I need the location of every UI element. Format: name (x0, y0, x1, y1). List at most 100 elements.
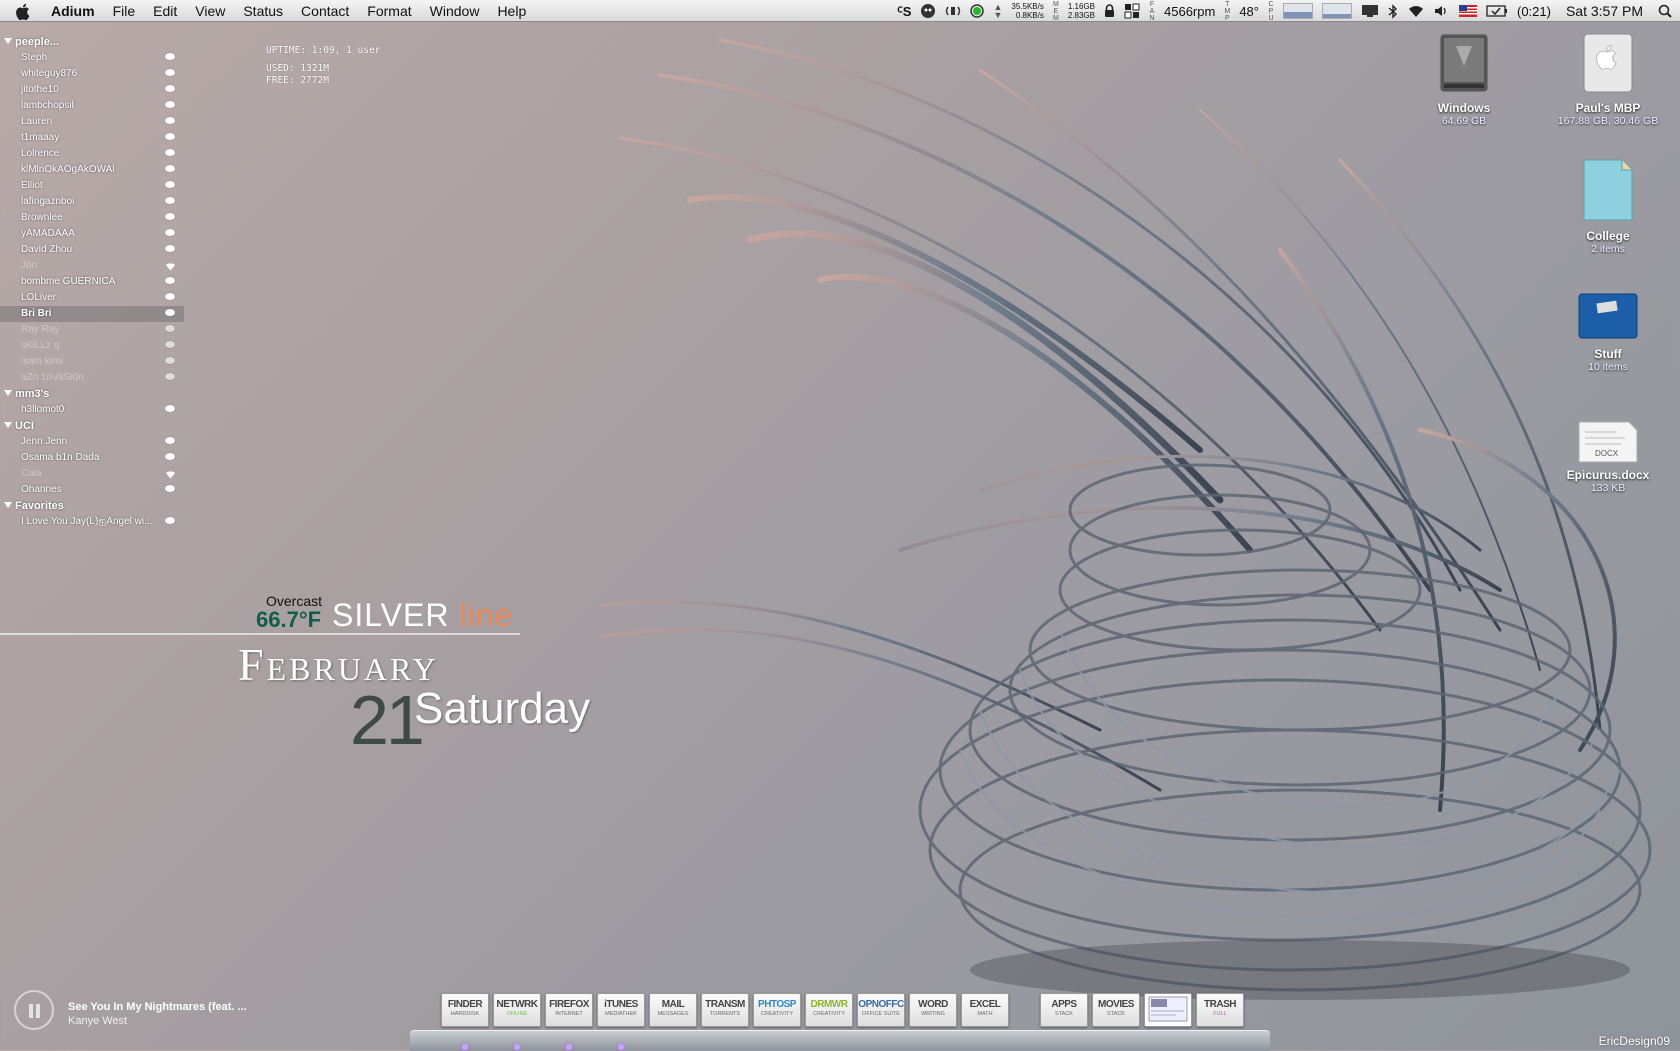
desktop-icon-pauls-mbp[interactable]: Paul's MBP 167.88 GB, 30.46 GB (1548, 32, 1668, 127)
menu-edit[interactable]: Edit (144, 3, 186, 19)
running-indicator-icon (566, 1044, 572, 1050)
dock-dreamweaver[interactable]: DRMWR CREATIVITY (805, 993, 853, 1027)
menu-contact[interactable]: Contact (292, 3, 358, 19)
display-icon[interactable] (1361, 4, 1379, 18)
adium-duck-icon[interactable] (920, 3, 936, 19)
contact-item[interactable]: Steph (0, 50, 184, 66)
disclosure-triangle-icon[interactable] (4, 502, 12, 508)
contact-item[interactable]: Osama b1n Dada (0, 450, 184, 466)
desktop-icon-stuff[interactable]: Stuff 10 items (1548, 290, 1668, 373)
us-flag-icon[interactable] (1458, 5, 1477, 17)
battery-icon[interactable] (1486, 5, 1508, 17)
dock-openoffice[interactable]: OPNOFFC OFFICE SUITE (857, 993, 905, 1027)
contact-item[interactable]: I Love You Jay(L)ஐAngel wi... (0, 514, 184, 530)
menu-help[interactable]: Help (488, 3, 535, 19)
contact-item[interactable]: sKiLLz q (0, 338, 184, 354)
contact-item[interactable]: whiteguy876 (0, 66, 184, 82)
menu-extras: ꟲS ▲ ▼ 35.5KB/s 0.8KB/s MEM 1.16GB 2.83GB… (897, 0, 1672, 22)
blue-folder-icon (1548, 290, 1668, 343)
docx-icon: DOCX (1577, 420, 1639, 464)
wifi-icon[interactable] (1407, 4, 1425, 18)
contact-item[interactable]: Elliot (0, 178, 184, 194)
dock-firefox[interactable]: FIREFOX INTERNET (545, 993, 593, 1027)
contact-item[interactable]: LOLiver (0, 290, 184, 306)
contact-item[interactable]: lambchopsil (0, 98, 184, 114)
spotlight-icon[interactable] (1658, 4, 1672, 18)
contact-item[interactable]: Caia (0, 466, 184, 482)
group-header[interactable]: Favorites (0, 498, 184, 514)
desktop-icon-windows[interactable]: Windows 64.69 GB (1404, 32, 1524, 127)
contact-item[interactable]: lafingaznboi (0, 194, 184, 210)
bluetooth-icon[interactable] (1388, 3, 1398, 19)
contact-item[interactable]: jitothe10 (0, 82, 184, 98)
group-header[interactable]: peeple... (0, 34, 184, 50)
contact-item[interactable]: David Zhou (0, 242, 184, 258)
chat-bubble-icon (165, 117, 176, 126)
dock-movies-stack[interactable]: MOVIES STACK (1092, 993, 1140, 1027)
cs-icon[interactable]: ꟲS (897, 2, 911, 20)
chat-bubble-icon (165, 485, 176, 494)
memory-stats[interactable]: 1.16GB 2.83GB (1068, 2, 1095, 20)
contact-item[interactable]: Jenn Jenn (0, 434, 184, 450)
desktop-icon-epicurus-docx[interactable]: DOCX Epicurus.docx 133 KB (1548, 420, 1668, 494)
dock-itunes[interactable]: iTUNES MEDIATHEK (597, 993, 645, 1027)
wallpaper-signature: EricDesign09 (1598, 1034, 1670, 1048)
desktop-icon-college[interactable]: College 2 items (1548, 158, 1668, 255)
adium-contact-list: peeple... Steph whiteguy876 jitothe10 la… (0, 34, 184, 530)
online-status-icon[interactable] (970, 4, 985, 18)
pause-icon[interactable] (14, 990, 54, 1030)
group-header[interactable]: mm3's (0, 386, 184, 402)
disclosure-triangle-icon[interactable] (4, 390, 12, 396)
contact-item[interactable]: Lauren (0, 114, 184, 130)
app-menu-adium[interactable]: Adium (42, 3, 104, 19)
track-artist: Kanye West (68, 1015, 128, 1027)
spaces-icon[interactable] (1124, 3, 1140, 19)
contact-item[interactable]: h3llomot0 (0, 402, 184, 418)
menu-view[interactable]: View (186, 3, 234, 19)
dock-apps-stack[interactable]: APPS STACK (1040, 993, 1088, 1027)
battery-time[interactable]: (0:21) (1517, 4, 1551, 19)
broadcast-icon[interactable] (945, 5, 961, 17)
network-speed[interactable]: 35.5KB/s 0.8KB/s (1011, 2, 1043, 20)
system-info-widget: UPTIME: 1:09, 1 user USED: 1321M FREE: 2… (266, 45, 380, 87)
contact-item[interactable]: Ray Ray (0, 322, 184, 338)
contact-item[interactable]: Jon (0, 258, 184, 274)
network-graph-icon[interactable] (1321, 3, 1352, 19)
cpu-graph-icon[interactable] (1282, 3, 1313, 19)
contact-item[interactable]: isam kimi (0, 354, 184, 370)
disclosure-triangle-icon[interactable] (4, 422, 12, 428)
contact-item[interactable]: aZn 1nVaSi0n (0, 370, 184, 386)
dock-mail[interactable]: MAIL MESSAGES (649, 993, 697, 1027)
network-down: 0.8KB/s (1015, 11, 1044, 20)
contact-item-selected[interactable]: Bri Bri (0, 306, 184, 322)
contact-item[interactable]: yAMADAAA (0, 226, 184, 242)
menu-bar: Adium File Edit View Status Contact Form… (0, 0, 1680, 22)
dock-trash[interactable]: TRASH FULL (1196, 993, 1244, 1027)
contact-item[interactable]: Ohannes (0, 482, 184, 498)
contact-item[interactable]: t1maaay (0, 130, 184, 146)
group-header[interactable]: UCI (0, 418, 184, 434)
dock-network[interactable]: NETWRK ONLINE (493, 993, 541, 1027)
lock-icon[interactable] (1104, 4, 1115, 18)
dock-transmission[interactable]: TRANSM TORRENTS (701, 993, 749, 1027)
menu-window[interactable]: Window (421, 3, 489, 19)
dock-document-preview[interactable] (1144, 993, 1192, 1027)
menu-file[interactable]: File (104, 3, 145, 19)
icon-sublabel: 64.69 GB (1441, 115, 1487, 127)
disclosure-triangle-icon[interactable] (4, 38, 12, 44)
dock-finder[interactable]: FINDER HARDDISK (441, 993, 489, 1027)
menu-format[interactable]: Format (358, 3, 420, 19)
contact-item[interactable]: Lolrence (0, 146, 184, 162)
fan-speed[interactable]: 4566rpm (1164, 4, 1215, 19)
menu-status[interactable]: Status (234, 3, 292, 19)
dock-word[interactable]: WORD WRITING (909, 993, 957, 1027)
contact-item[interactable]: Brownlee (0, 210, 184, 226)
contact-item[interactable]: klMlnOkAOgAkOWAl (0, 162, 184, 178)
volume-icon[interactable] (1434, 4, 1450, 18)
dock-photoshop[interactable]: PHTOSP CREATIVITY (753, 993, 801, 1027)
cpu-temperature[interactable]: 48° (1239, 4, 1259, 19)
dock-excel[interactable]: EXCEL MATH (961, 993, 1009, 1027)
menubar-clock[interactable]: Sat 3:57 PM (1566, 3, 1643, 19)
contact-item[interactable]: bombme GUERNICA (0, 274, 184, 290)
apple-menu-icon[interactable] (16, 3, 42, 20)
